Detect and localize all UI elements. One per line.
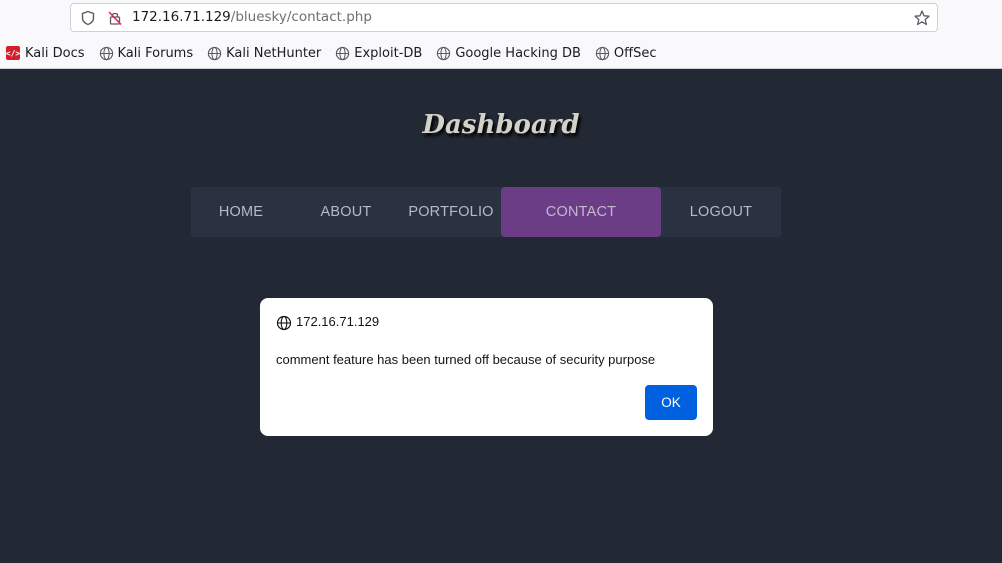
nav-contact[interactable]: CONTACT	[501, 187, 661, 237]
url-host: 172.16.71.129	[132, 9, 231, 25]
bookmark-label: Exploit-DB	[354, 45, 423, 61]
bookmark-star-icon[interactable]	[913, 9, 931, 27]
nav-logout[interactable]: LOGOUT	[661, 187, 781, 237]
kali-docs-icon: </>	[6, 46, 20, 60]
alert-dialog: 172.16.71.129 comment feature has been t…	[260, 298, 713, 436]
bookmark-label: Kali Forums	[117, 45, 194, 61]
nav-portfolio[interactable]: PORTFOLIO	[401, 187, 501, 237]
bookmark-label: OffSec	[613, 45, 657, 61]
bookmark-label: Kali NetHunter	[226, 45, 322, 61]
address-bar[interactable]: 172.16.71.129/bluesky/contact.php	[70, 3, 938, 32]
nav-about[interactable]: ABOUT	[301, 187, 391, 237]
dialog-message: comment feature has been turned off beca…	[276, 352, 656, 367]
nav-home[interactable]: HOME	[191, 187, 291, 237]
globe-icon	[207, 46, 222, 60]
bookmark-label: Kali Docs	[25, 45, 85, 61]
globe-icon	[276, 315, 292, 331]
bookmark-kali-docs[interactable]: </> Kali Docs	[6, 46, 85, 61]
bookmarks-toolbar: </> Kali Docs Kali Forums Kali NetHunter…	[6, 44, 670, 62]
insecure-lock-icon[interactable]	[107, 10, 123, 26]
bookmark-label: Google Hacking DB	[455, 45, 581, 61]
browser-chrome: 172.16.71.129/bluesky/contact.php </> Ka…	[0, 0, 1002, 69]
globe-icon	[99, 46, 113, 60]
bookmark-exploit-db[interactable]: Exploit-DB	[335, 46, 422, 61]
bookmark-kali-nethunter[interactable]: Kali NetHunter	[207, 46, 321, 61]
ok-button[interactable]: OK	[645, 385, 697, 420]
globe-icon	[437, 46, 451, 60]
page-title: Dashboard	[422, 110, 580, 140]
bookmark-kali-forums[interactable]: Kali Forums	[99, 45, 194, 61]
globe-icon	[336, 46, 350, 60]
bookmark-google-hacking-db[interactable]: Google Hacking DB	[436, 46, 581, 61]
bookmark-offsec[interactable]: OffSec	[595, 45, 657, 61]
url-path: /bluesky/contact.php	[230, 9, 372, 25]
dialog-host: 172.16.71.129	[296, 314, 380, 329]
main-nav: HOME ABOUT PORTFOLIO CONTACT LOGOUT	[191, 187, 781, 237]
shield-icon[interactable]	[80, 10, 96, 26]
url-text[interactable]: 172.16.71.129/bluesky/contact.php	[132, 9, 372, 25]
globe-icon	[595, 46, 610, 60]
